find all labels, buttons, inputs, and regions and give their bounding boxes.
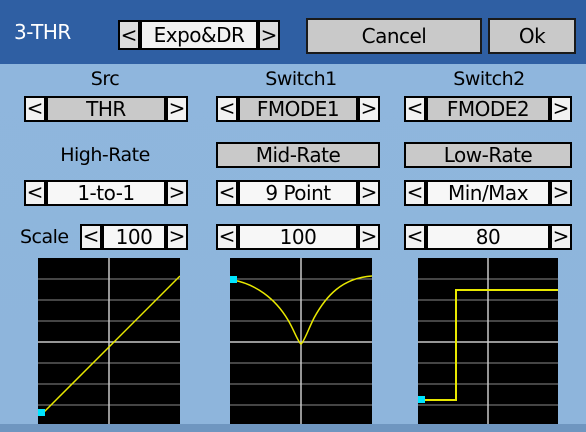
switch1-curve-prev-button[interactable]: < xyxy=(216,180,238,206)
switch1-scale-prev-button[interactable]: < xyxy=(216,224,238,250)
switch1-curve-prev-label: < xyxy=(218,180,236,204)
switch1-value[interactable]: FMODE1 xyxy=(238,96,358,122)
ok-button[interactable]: Ok xyxy=(488,18,576,54)
switch1-curve-line xyxy=(232,275,372,345)
switch1-next-label: > xyxy=(360,96,378,120)
switch2-prev-button[interactable]: < xyxy=(404,96,426,122)
src-curve-next-button[interactable]: > xyxy=(166,180,188,206)
switch1-prev-button[interactable]: < xyxy=(216,96,238,122)
page-next-button[interactable]: > xyxy=(258,20,280,50)
src-prev-label: < xyxy=(26,96,44,120)
expo-dr-screen: 3-THR < Expo&DR > Cancel Ok Src Switch1 … xyxy=(0,0,586,432)
switch2-scale-next-button[interactable]: > xyxy=(550,224,572,250)
src-scale-prev-label: < xyxy=(82,224,100,248)
switch2-scale-value[interactable]: 80 xyxy=(426,224,550,250)
low-rate-button[interactable]: Low-Rate xyxy=(404,142,572,168)
switch2-scale-prev-label: < xyxy=(406,224,424,248)
model-channel-title: 3-THR xyxy=(14,20,71,44)
switch2-next-label: > xyxy=(552,96,570,120)
switch2-next-button[interactable]: > xyxy=(550,96,572,122)
page-label: Expo&DR xyxy=(153,23,245,47)
src-scale-next-label: > xyxy=(168,224,186,248)
src-curve-type[interactable]: 1-to-1 xyxy=(46,180,166,206)
switch2-position-marker xyxy=(418,396,425,403)
src-curve-graph xyxy=(38,258,180,424)
switch1-curve-graph xyxy=(230,258,372,424)
page-next-label: > xyxy=(260,23,278,47)
src-curve-prev-label: < xyxy=(26,180,44,204)
switch1-scale-next-button[interactable]: > xyxy=(358,224,380,250)
cancel-label: Cancel xyxy=(361,24,427,48)
switch2-heading: Switch2 xyxy=(453,68,525,90)
page-selector[interactable]: Expo&DR xyxy=(140,20,258,50)
switch2-curve-svg xyxy=(418,258,558,424)
src-heading: Src xyxy=(90,68,120,90)
switch1-scale-next-label: > xyxy=(360,224,378,248)
cancel-button[interactable]: Cancel xyxy=(306,18,482,54)
switch1-scale-value[interactable]: 100 xyxy=(238,224,358,250)
switch2-curve-next-button[interactable]: > xyxy=(550,180,572,206)
high-rate-label: High-Rate xyxy=(60,144,150,166)
page-prev-label: < xyxy=(120,23,138,47)
switch1-curve-next-button[interactable]: > xyxy=(358,180,380,206)
src-position-marker xyxy=(38,409,45,416)
page-prev-button[interactable]: < xyxy=(118,20,140,50)
src-curve-svg xyxy=(38,258,180,424)
switch1-scale-prev-label: < xyxy=(218,224,236,248)
mid-rate-button[interactable]: Mid-Rate xyxy=(216,142,380,168)
ok-label: Ok xyxy=(518,24,546,48)
title-bar: 3-THR < Expo&DR > Cancel Ok xyxy=(0,0,586,64)
switch2-curve-graph xyxy=(418,258,558,424)
switch2-value[interactable]: FMODE2 xyxy=(426,96,550,122)
switch2-curve-type[interactable]: Min/Max xyxy=(426,180,550,206)
scale-label: Scale xyxy=(20,226,69,248)
bottom-strip xyxy=(0,424,586,432)
switch2-scale-next-label: > xyxy=(552,224,570,248)
switch1-prev-label: < xyxy=(218,96,236,120)
switch2-curve-prev-label: < xyxy=(406,180,424,204)
switch2-curve-prev-button[interactable]: < xyxy=(404,180,426,206)
switch1-curve-type[interactable]: 9 Point xyxy=(238,180,358,206)
switch2-scale-prev-button[interactable]: < xyxy=(404,224,426,250)
src-scale-prev-button[interactable]: < xyxy=(80,224,102,250)
switch1-curve-svg xyxy=(230,258,372,424)
switch2-curve-next-label: > xyxy=(552,180,570,204)
src-scale-value[interactable]: 100 xyxy=(102,224,166,250)
src-scale-next-button[interactable]: > xyxy=(166,224,188,250)
switch1-heading: Switch1 xyxy=(265,68,337,90)
src-curve-prev-button[interactable]: < xyxy=(24,180,46,206)
src-value[interactable]: THR xyxy=(46,96,166,122)
src-curve-next-label: > xyxy=(168,180,186,204)
switch1-curve-next-label: > xyxy=(360,180,378,204)
switch1-next-button[interactable]: > xyxy=(358,96,380,122)
src-curve-line xyxy=(40,275,180,416)
switch2-prev-label: < xyxy=(406,96,424,120)
src-next-label: > xyxy=(168,96,186,120)
src-prev-button[interactable]: < xyxy=(24,96,46,122)
src-next-button[interactable]: > xyxy=(166,96,188,122)
switch1-position-marker xyxy=(230,276,237,283)
